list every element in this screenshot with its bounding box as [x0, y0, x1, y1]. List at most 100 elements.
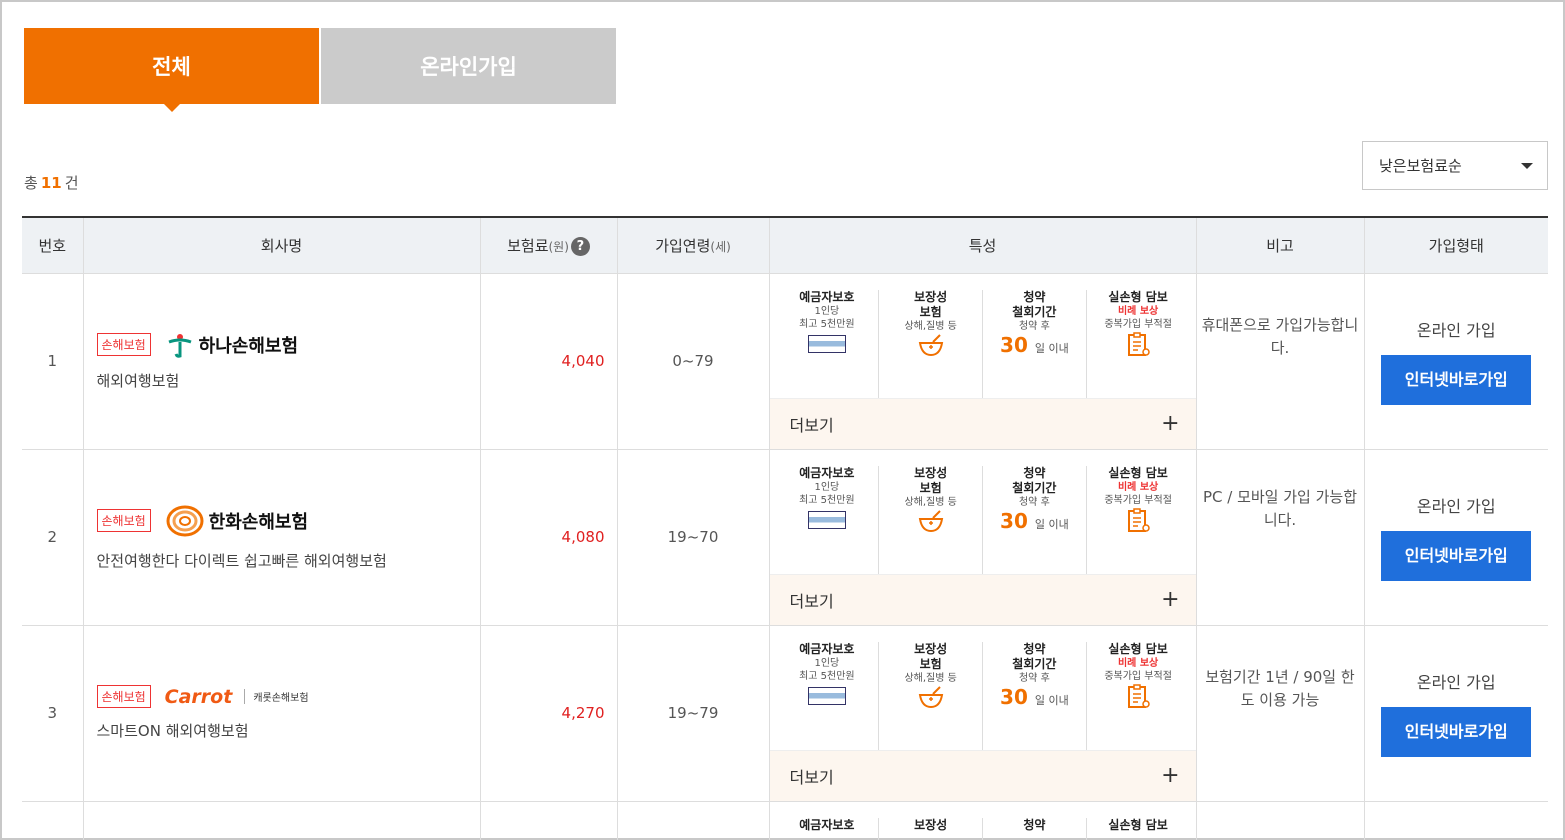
help-icon[interactable]: ? [570, 236, 590, 256]
feature-deposit-protection: 예금자보호 1인당 최고 5천만원 [776, 642, 879, 750]
feature-red-line: 비례 보상 [1117, 305, 1159, 317]
feature-protection-type: 보장성 보험 상해,질병 등 [878, 465, 982, 574]
tab-online-join-label: 온라인가입 [420, 55, 517, 79]
header-no-label: 번호 [38, 236, 67, 255]
total-count: 총 11 건 [24, 172, 79, 193]
feature-line: 중복가입 부적절 [1104, 670, 1172, 682]
hana-logo-icon [168, 333, 192, 358]
header-company: 회사명 [82, 216, 480, 274]
feature-title: 예금자보호 [799, 465, 855, 480]
internet-join-button[interactable]: 인터넷바로가입 [1381, 707, 1532, 757]
feature-deposit-protection: 예금자보호 1인당 최고 5천만원 [776, 466, 879, 574]
feature-title: 보험 [919, 304, 942, 319]
internet-join-button[interactable]: 인터넷바로가입 [1381, 355, 1532, 405]
row-no [22, 801, 83, 840]
feature-title: 보장성 [914, 817, 948, 832]
tab-online-join[interactable]: 온라인가입 [321, 28, 616, 104]
company-logo: 하나손해보험 [165, 332, 298, 358]
withdrawal-unit: 일 이내 [1034, 341, 1069, 355]
header-age-label: 가입연령 [655, 236, 711, 255]
feature-title: 보장성 [914, 465, 948, 480]
header-premium-unit: (원) [548, 239, 569, 254]
count-prefix: 총 [24, 174, 38, 192]
feature-indemnity: 실손형 담보 비례 보상 중복가입 부적절 [1085, 641, 1190, 750]
header-age: 가입연령(세) [616, 216, 769, 274]
clipboard-icon [1128, 331, 1150, 356]
sort-select[interactable]: 낮은보험료순 [1362, 141, 1548, 190]
active-tab-arrow [163, 104, 180, 112]
more-button[interactable]: 더보기 + [769, 573, 1196, 625]
feature-title: 청약 [1023, 817, 1046, 832]
more-label: 더보기 [789, 767, 834, 787]
feature-protection-type: 보장성 [878, 817, 982, 840]
premium: 4,080 [479, 449, 617, 626]
header-note-label: 비고 [1266, 236, 1294, 255]
premium: 4,270 [479, 625, 617, 802]
age-range [616, 801, 769, 840]
feature-title: 철회기간 [1012, 656, 1057, 671]
more-button[interactable]: 더보기 + [769, 749, 1196, 801]
plus-icon: + [1161, 411, 1180, 436]
feature-protection-type: 보장성 보험 상해,질병 등 [878, 641, 982, 750]
feature-cell: 예금자보호 1인당 최고 5천만원 보장성 보험 상해,질병 등 청약 철회기간 청약 후3… [768, 625, 1196, 802]
feature-indemnity: 실손형 담보 비례 보상 중복가입 부적절 [1085, 465, 1190, 574]
feature-title: 예금자보호 [799, 641, 855, 656]
feature-cell: 예금자보호 1인당 최고 5천만원 보장성 보험 상해,질병 등 청약 철회기간 청약 후3… [768, 273, 1196, 450]
join-cell: 온라인 가입인터넷바로가입 [1363, 273, 1548, 450]
header-join: 가입형태 [1363, 216, 1548, 274]
mortar-pestle-icon [918, 333, 943, 356]
table-row: 1 손해보험 하나손해보험 해외여행보험 4,040 0~79 예금자보호 1인당… [22, 273, 1548, 450]
row-no: 1 [22, 273, 83, 450]
feature-title: 예금자보호 [799, 817, 855, 832]
row-no: 3 [22, 625, 83, 802]
feature-line: 최고 5천만원 [799, 494, 855, 506]
feature-line: 중복가입 부적절 [1104, 318, 1172, 330]
withdrawal-days: 30 [1000, 508, 1028, 533]
feature-withdrawal-period: 청약 [982, 817, 1086, 840]
company-name: 한화손해보험 [208, 511, 309, 533]
join-type: 온라인 가입 [1416, 497, 1496, 516]
product-name: 스마트ON 해외여행보험 [96, 722, 249, 740]
header-premium: 보험료(원)? [479, 216, 617, 274]
join-cell: 온라인 가입인터넷바로가입 [1363, 625, 1548, 802]
category-badge: 손해보험 [96, 509, 151, 532]
feature-red-line: 비례 보상 [1117, 481, 1159, 493]
plus-icon: + [1161, 763, 1180, 788]
feature-title: 청약 [1023, 641, 1046, 656]
feature-line: 상해,질병 등 [904, 320, 957, 332]
feature-line: 1인당 [814, 657, 840, 669]
chevron-down-icon [1521, 163, 1533, 169]
more-label: 더보기 [789, 591, 834, 611]
join-type: 온라인 가입 [1416, 321, 1496, 340]
company-cell [82, 801, 480, 840]
feature-title: 예금자보호 [799, 289, 855, 304]
feature-withdrawal-period: 청약 철회기간 청약 후 30 일 이내 [982, 289, 1086, 398]
internet-join-button[interactable]: 인터넷바로가입 [1381, 531, 1532, 581]
feature-line: 1인당 [814, 481, 840, 493]
premium [479, 801, 617, 840]
row-no: 2 [22, 449, 83, 626]
more-label: 더보기 [789, 415, 834, 435]
hanwha-logo-icon [166, 505, 204, 536]
table-row: 3 손해보험 Carrot 캐롯손해보험 스마트ON 해외여행보험 4,270 1… [22, 625, 1548, 802]
company-cell: 손해보험 한화손해보험 안전여행한다 다이렉트 쉽고빠른 해외여행보험 [82, 449, 480, 626]
age-range: 0~79 [616, 273, 769, 450]
tab-all[interactable]: 전체 [24, 28, 319, 112]
header-premium-label: 보험료 [507, 236, 549, 255]
clipboard-icon [1128, 683, 1150, 708]
feature-red-line: 비례 보상 [1117, 657, 1159, 669]
more-button[interactable]: 더보기 + [769, 397, 1196, 449]
company-logo: 한화손해보험 [165, 504, 308, 538]
company-cell: 손해보험 하나손해보험 해외여행보험 [82, 273, 480, 450]
feature-title: 실손형 담보 [1108, 817, 1168, 832]
table-row: 예금자보호 보장성 청약 실손형 담보 [22, 801, 1548, 840]
header-age-unit: (세) [710, 239, 731, 254]
withdrawal-unit: 일 이내 [1034, 517, 1069, 531]
feature-line: 중복가입 부적절 [1104, 494, 1172, 506]
feature-cell: 예금자보호 1인당 최고 5천만원 보장성 보험 상해,질병 등 청약 철회기간 청약 후3… [768, 449, 1196, 626]
plus-icon: + [1161, 587, 1180, 612]
feature-title: 보험 [919, 656, 942, 671]
join-type: 온라인 가입 [1416, 673, 1496, 692]
withdrawal-days: 30 [1000, 684, 1028, 709]
kdic-logo-icon [807, 510, 846, 529]
